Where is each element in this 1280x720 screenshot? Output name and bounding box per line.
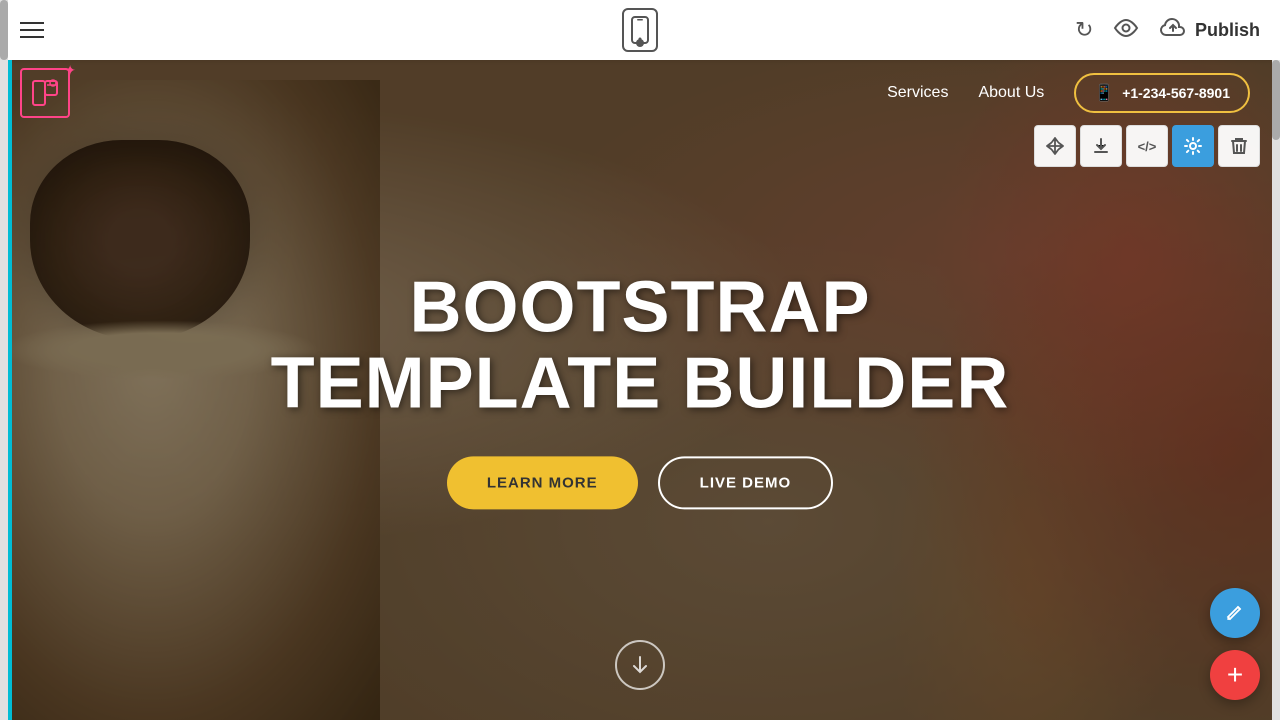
hero-title-line2: TEMPLATE BUILDER	[271, 343, 1010, 423]
top-bar-right: ↺ Publish	[1075, 17, 1260, 44]
nav-link-about-us[interactable]: About Us	[978, 84, 1044, 102]
phone-icon: 📱	[1094, 83, 1114, 103]
hero-title-line1: BOOTSTRAP	[409, 267, 870, 347]
publish-cloud-icon	[1159, 17, 1187, 44]
section-code-button[interactable]: </>	[1126, 125, 1168, 167]
preview-border-accent	[8, 60, 12, 720]
main-preview-area: Services About Us 📱 +1-234-567-8901	[0, 60, 1280, 720]
hero-buttons: LEARN MORE LIVE DEMO	[240, 457, 1040, 510]
top-bar-left	[20, 22, 44, 38]
right-scrollbar-thumb	[1272, 60, 1280, 140]
phone-frame-icon	[631, 16, 649, 44]
site-nav-links: Services About Us 📱 +1-234-567-8901	[887, 73, 1250, 113]
logo-box	[20, 68, 70, 118]
left-scrollbar-thumb	[0, 0, 8, 60]
site-navbar: Services About Us 📱 +1-234-567-8901	[0, 60, 1280, 125]
download-icon	[1092, 137, 1110, 155]
nav-phone[interactable]: 📱 +1-234-567-8901	[1074, 73, 1250, 113]
cloud-upload-icon	[1159, 17, 1187, 39]
move-icon	[1046, 137, 1064, 155]
logo-icon	[31, 79, 59, 107]
mobile-view-button[interactable]	[622, 8, 658, 52]
left-scrollbar[interactable]	[0, 0, 8, 720]
edit-pencil-icon	[1225, 603, 1245, 623]
preview-icon[interactable]	[1113, 17, 1139, 43]
hamburger-menu-icon[interactable]	[20, 22, 44, 38]
website-preview: Services About Us 📱 +1-234-567-8901	[0, 60, 1280, 720]
section-delete-button[interactable]	[1218, 125, 1260, 167]
add-fab-button[interactable]: +	[1210, 650, 1260, 700]
arrow-down-icon	[630, 655, 650, 675]
publish-label: Publish	[1195, 20, 1260, 41]
plus-icon: +	[1227, 661, 1243, 689]
settings-icon	[1184, 137, 1202, 155]
delete-icon	[1231, 137, 1247, 155]
live-demo-button[interactable]: LIVE DEMO	[658, 457, 834, 510]
undo-icon[interactable]: ↺	[1075, 17, 1093, 43]
section-move-button[interactable]	[1034, 125, 1076, 167]
section-toolbar: </>	[1034, 125, 1260, 167]
eye-icon-svg	[1113, 19, 1139, 37]
nav-link-services[interactable]: Services	[887, 84, 948, 102]
fab-container: +	[1210, 588, 1260, 700]
top-bar: ↺ Publish	[0, 0, 1280, 60]
learn-more-button[interactable]: LEARN MORE	[447, 457, 638, 510]
scroll-down-button[interactable]	[615, 640, 665, 690]
hero-content: BOOTSTRAP TEMPLATE BUILDER LEARN MORE LI…	[240, 270, 1040, 509]
site-logo[interactable]	[20, 68, 70, 118]
hero-title: BOOTSTRAP TEMPLATE BUILDER	[240, 270, 1040, 421]
code-icon: </>	[1138, 139, 1157, 154]
nav-phone-number: +1-234-567-8901	[1122, 85, 1230, 101]
top-bar-center	[622, 8, 658, 52]
section-settings-button[interactable]	[1172, 125, 1214, 167]
section-download-button[interactable]	[1080, 125, 1122, 167]
publish-button[interactable]: Publish	[1159, 17, 1260, 44]
edit-fab-button[interactable]	[1210, 588, 1260, 638]
right-scrollbar[interactable]	[1272, 60, 1280, 720]
